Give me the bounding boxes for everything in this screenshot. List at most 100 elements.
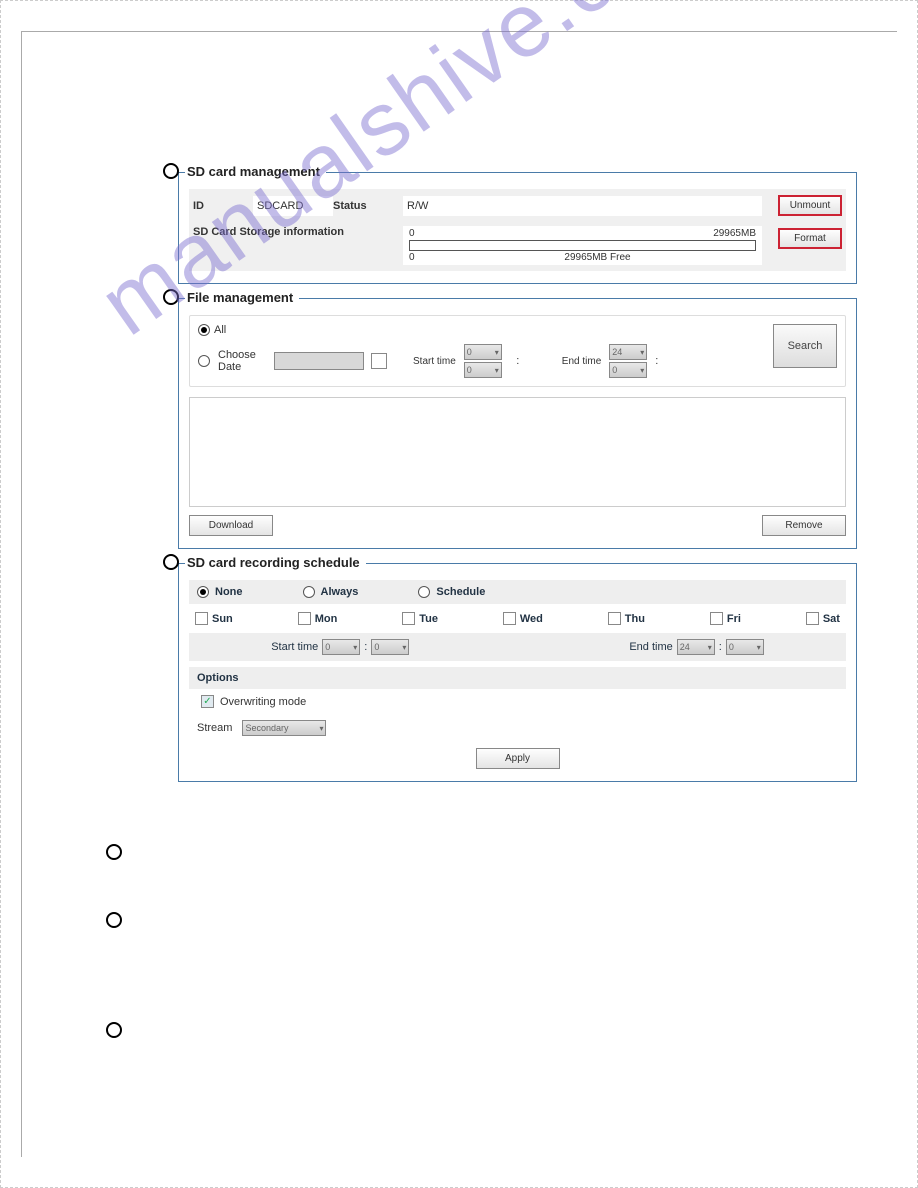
start-min-select[interactable]: 0▾ [464,362,502,378]
thu-label: Thu [625,613,645,625]
sd-status-label: Status [333,200,403,212]
stream-label: Stream [197,722,232,734]
schedule-time-row: Start time 0▾ : 0▾ End time 24▾ : 0▾ [189,633,846,661]
end-hour-select[interactable]: 24▾ [609,344,647,360]
sd-storage-row: SD Card Storage information 0 29965MB 0 … [189,222,846,271]
file-mgmt-title-row: File management [163,289,299,305]
schedule-section: SD card recording schedule None Always [82,563,857,782]
sd-storage-bar [409,240,756,251]
day-sat[interactable]: Sat [806,612,840,625]
sd-status-value: R/W [403,196,762,216]
end-time-label: End time [562,356,601,367]
sd-mgmt-title-row: SD card management [163,163,326,179]
chk-thu[interactable] [608,612,621,625]
day-wed[interactable]: Wed [503,612,543,625]
tue-label: Tue [419,613,438,625]
sd-storage-bar-col: 0 29965MB 0 29965MB Free [403,226,762,265]
sd-id-value: SDCARD [253,196,333,216]
sched-start-group: Start time 0▾ : 0▾ [271,639,409,655]
file-filter-box: All Choose Date Start time 0▾ [189,315,846,387]
file-mgmt-title: File management [185,290,299,305]
radio-always[interactable] [303,586,315,598]
sd-bar-free-label: 29965MB Free [439,252,756,263]
schedule-title: SD card recording schedule [185,555,366,570]
bullet-icon [163,554,179,570]
options-header: Options [189,667,846,689]
day-tue[interactable]: Tue [402,612,438,625]
list-bullet-icon [106,912,122,928]
file-buttons-row: Download Remove [189,515,846,536]
chk-overwrite[interactable] [201,695,214,708]
format-button[interactable]: Format [778,228,842,249]
chk-tue[interactable] [402,612,415,625]
sd-unmount-col: Unmount [762,195,842,216]
sun-label: Sun [212,613,233,625]
sat-label: Sat [823,613,840,625]
sd-management-section: SD card management ID SDCARD Status R/W … [82,172,857,284]
schedule-mode-bar: None Always Schedule [189,580,846,604]
choose-date-label: Choose Date [218,349,266,373]
bullet-icon [163,289,179,305]
radio-none[interactable] [197,586,209,598]
day-sun[interactable]: Sun [195,612,233,625]
mode-always[interactable]: Always [303,586,359,598]
start-time-label: Start time [413,356,456,367]
content-area: SD card management ID SDCARD Status R/W … [82,42,857,782]
date-input[interactable] [274,352,364,370]
sd-bar-start: 0 [409,228,415,239]
sched-end-h[interactable]: 24▾ [677,639,715,655]
schedule-label: Schedule [436,586,485,598]
chk-wed[interactable] [503,612,516,625]
days-row: Sun Mon Tue Wed Thu Fri Sat [189,604,846,633]
document-page: manualshive.com SD card management ID SD… [0,0,918,1188]
radio-schedule[interactable] [418,586,430,598]
sched-end-m[interactable]: 0▾ [726,639,764,655]
chk-sun[interactable] [195,612,208,625]
chk-sat[interactable] [806,612,819,625]
day-thu[interactable]: Thu [608,612,645,625]
sched-end-label: End time [629,641,672,653]
file-list[interactable] [189,397,846,507]
end-min-select[interactable]: 0▾ [609,362,647,378]
radio-all[interactable] [198,324,210,336]
unmount-button[interactable]: Unmount [778,195,842,216]
download-button[interactable]: Download [189,515,273,536]
page-inner: manualshive.com SD card management ID SD… [21,31,897,1157]
day-mon[interactable]: Mon [298,612,338,625]
sd-bar-top: 0 29965MB [409,228,756,239]
sd-bar-end: 29965MB [713,228,756,239]
schedule-title-row: SD card recording schedule [163,554,366,570]
chk-fri[interactable] [710,612,723,625]
apply-button[interactable]: Apply [476,748,560,769]
calendar-icon[interactable] [371,353,387,369]
sched-start-label: Start time [271,641,318,653]
stream-select[interactable]: Secondary▾ [242,720,326,736]
sd-bar-bottom: 0 29965MB Free [409,252,756,263]
sd-info-row: ID SDCARD Status R/W Unmount [189,189,846,222]
sd-mgmt-title: SD card management [185,164,326,179]
fri-label: Fri [727,613,741,625]
filter-all-label: All [214,324,226,336]
mon-label: Mon [315,613,338,625]
wed-label: Wed [520,613,543,625]
mode-none[interactable]: None [197,586,243,598]
sched-start-h[interactable]: 0▾ [322,639,360,655]
file-management-panel: File management All Choose Date [178,298,857,549]
file-management-section: File management All Choose Date [82,298,857,549]
mode-schedule[interactable]: Schedule [418,586,485,598]
none-label: None [215,586,243,598]
sched-start-m[interactable]: 0▾ [371,639,409,655]
overwrite-row[interactable]: Overwriting mode [189,689,846,714]
remove-button[interactable]: Remove [762,515,846,536]
chk-mon[interactable] [298,612,311,625]
radio-choose-date[interactable] [198,355,210,367]
schedule-panel: SD card recording schedule None Always [178,563,857,782]
filter-all-row[interactable]: All [198,324,763,336]
list-bullet-icon [106,844,122,860]
sd-format-col: Format [762,226,842,249]
list-bullet-icon [106,1022,122,1038]
search-button[interactable]: Search [773,324,837,368]
start-hour-select[interactable]: 0▾ [464,344,502,360]
bullet-icon [163,163,179,179]
day-fri[interactable]: Fri [710,612,741,625]
